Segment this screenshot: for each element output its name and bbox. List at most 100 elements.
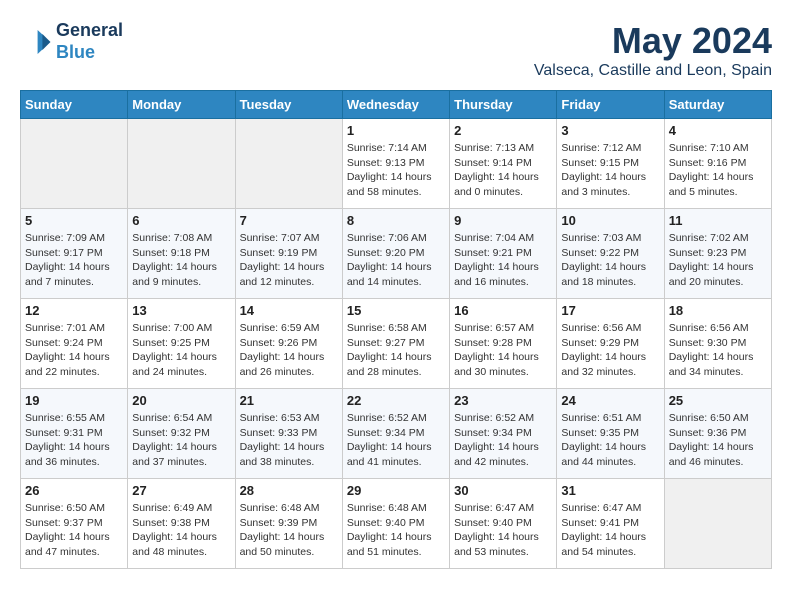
day-number: 22 <box>347 393 445 408</box>
calendar-cell: 9 Sunrise: 7:04 AMSunset: 9:21 PMDaylight… <box>450 209 557 299</box>
day-number: 23 <box>454 393 552 408</box>
calendar-cell <box>235 119 342 209</box>
calendar-cell: 10Sunrise: 7:03 AMSunset: 9:22 PMDayligh… <box>557 209 664 299</box>
calendar-cell: 4 Sunrise: 7:10 AMSunset: 9:16 PMDaylight… <box>664 119 771 209</box>
day-info: Sunrise: 6:49 AMSunset: 9:38 PMDaylight:… <box>132 501 230 560</box>
weekday-header: Monday <box>128 91 235 119</box>
day-number: 4 <box>669 123 767 138</box>
day-info: Sunrise: 7:02 AMSunset: 9:23 PMDaylight:… <box>669 231 767 290</box>
day-info: Sunrise: 6:58 AMSunset: 9:27 PMDaylight:… <box>347 321 445 380</box>
day-number: 28 <box>240 483 338 498</box>
day-number: 10 <box>561 213 659 228</box>
day-number: 31 <box>561 483 659 498</box>
day-number: 8 <box>347 213 445 228</box>
day-number: 12 <box>25 303 123 318</box>
day-number: 27 <box>132 483 230 498</box>
day-info: Sunrise: 7:04 AMSunset: 9:21 PMDaylight:… <box>454 231 552 290</box>
calendar-week: 26 Sunrise: 6:50 AMSunset: 9:37 PMDayligh… <box>21 479 772 569</box>
weekday-header: Wednesday <box>342 91 449 119</box>
day-number: 1 <box>347 123 445 138</box>
calendar-cell: 14 Sunrise: 6:59 AMSunset: 9:26 PMDayligh… <box>235 299 342 389</box>
title-block: May 2024 Valseca, Castille and Leon, Spa… <box>534 20 772 80</box>
day-info: Sunrise: 7:12 AMSunset: 9:15 PMDaylight:… <box>561 141 659 200</box>
day-info: Sunrise: 6:51 AMSunset: 9:35 PMDaylight:… <box>561 411 659 470</box>
calendar-cell: 12 Sunrise: 7:01 AMSunset: 9:24 PMDayligh… <box>21 299 128 389</box>
calendar-cell <box>21 119 128 209</box>
day-info: Sunrise: 6:57 AMSunset: 9:28 PMDaylight:… <box>454 321 552 380</box>
location: Valseca, Castille and Leon, Spain <box>534 62 772 80</box>
day-number: 25 <box>669 393 767 408</box>
day-info: Sunrise: 6:54 AMSunset: 9:32 PMDaylight:… <box>132 411 230 470</box>
day-number: 3 <box>561 123 659 138</box>
weekday-header: Tuesday <box>235 91 342 119</box>
day-info: Sunrise: 6:47 AMSunset: 9:41 PMDaylight:… <box>561 501 659 560</box>
calendar-cell: 11 Sunrise: 7:02 AMSunset: 9:23 PMDayligh… <box>664 209 771 299</box>
calendar-cell: 23 Sunrise: 6:52 AMSunset: 9:34 PMDayligh… <box>450 389 557 479</box>
day-number: 29 <box>347 483 445 498</box>
calendar-week: 19 Sunrise: 6:55 AMSunset: 9:31 PMDayligh… <box>21 389 772 479</box>
day-number: 6 <box>132 213 230 228</box>
calendar-cell: 31 Sunrise: 6:47 AMSunset: 9:41 PMDayligh… <box>557 479 664 569</box>
calendar-cell: 16 Sunrise: 6:57 AMSunset: 9:28 PMDayligh… <box>450 299 557 389</box>
day-info: Sunrise: 7:08 AMSunset: 9:18 PMDaylight:… <box>132 231 230 290</box>
calendar-cell: 25Sunrise: 6:50 AMSunset: 9:36 PMDayligh… <box>664 389 771 479</box>
day-info: Sunrise: 7:10 AMSunset: 9:16 PMDaylight:… <box>669 141 767 200</box>
day-info: Sunrise: 6:52 AMSunset: 9:34 PMDaylight:… <box>454 411 552 470</box>
day-number: 15 <box>347 303 445 318</box>
calendar-cell: 22Sunrise: 6:52 AMSunset: 9:34 PMDayligh… <box>342 389 449 479</box>
calendar-cell: 20 Sunrise: 6:54 AMSunset: 9:32 PMDayligh… <box>128 389 235 479</box>
day-number: 13 <box>132 303 230 318</box>
day-info: Sunrise: 6:48 AMSunset: 9:39 PMDaylight:… <box>240 501 338 560</box>
day-info: Sunrise: 6:55 AMSunset: 9:31 PMDaylight:… <box>25 411 123 470</box>
calendar-table: SundayMondayTuesdayWednesdayThursdayFrid… <box>20 90 772 569</box>
calendar-cell: 17 Sunrise: 6:56 AMSunset: 9:29 PMDayligh… <box>557 299 664 389</box>
day-number: 9 <box>454 213 552 228</box>
calendar-cell: 30Sunrise: 6:47 AMSunset: 9:40 PMDayligh… <box>450 479 557 569</box>
day-number: 5 <box>25 213 123 228</box>
calendar-cell: 13Sunrise: 7:00 AMSunset: 9:25 PMDayligh… <box>128 299 235 389</box>
weekday-header: Thursday <box>450 91 557 119</box>
weekday-header: Saturday <box>664 91 771 119</box>
day-number: 11 <box>669 213 767 228</box>
calendar-cell: 3 Sunrise: 7:12 AMSunset: 9:15 PMDaylight… <box>557 119 664 209</box>
day-number: 26 <box>25 483 123 498</box>
day-info: Sunrise: 6:59 AMSunset: 9:26 PMDaylight:… <box>240 321 338 380</box>
day-info: Sunrise: 6:48 AMSunset: 9:40 PMDaylight:… <box>347 501 445 560</box>
calendar-cell: 21Sunrise: 6:53 AMSunset: 9:33 PMDayligh… <box>235 389 342 479</box>
calendar-cell: 5Sunrise: 7:09 AMSunset: 9:17 PMDaylight… <box>21 209 128 299</box>
day-number: 17 <box>561 303 659 318</box>
weekday-row: SundayMondayTuesdayWednesdayThursdayFrid… <box>21 91 772 119</box>
day-number: 16 <box>454 303 552 318</box>
calendar-cell: 15 Sunrise: 6:58 AMSunset: 9:27 PMDayligh… <box>342 299 449 389</box>
day-number: 18 <box>669 303 767 318</box>
calendar-cell: 19 Sunrise: 6:55 AMSunset: 9:31 PMDayligh… <box>21 389 128 479</box>
weekday-header: Friday <box>557 91 664 119</box>
day-info: Sunrise: 6:47 AMSunset: 9:40 PMDaylight:… <box>454 501 552 560</box>
calendar-cell: 1 Sunrise: 7:14 AMSunset: 9:13 PMDaylight… <box>342 119 449 209</box>
day-info: Sunrise: 7:01 AMSunset: 9:24 PMDaylight:… <box>25 321 123 380</box>
calendar-cell: 6 Sunrise: 7:08 AMSunset: 9:18 PMDaylight… <box>128 209 235 299</box>
logo-icon <box>20 26 52 58</box>
day-number: 20 <box>132 393 230 408</box>
day-number: 19 <box>25 393 123 408</box>
logo: General Blue <box>20 20 123 63</box>
weekday-header: Sunday <box>21 91 128 119</box>
calendar-cell: 18 Sunrise: 6:56 AMSunset: 9:30 PMDayligh… <box>664 299 771 389</box>
calendar-cell: 27 Sunrise: 6:49 AMSunset: 9:38 PMDayligh… <box>128 479 235 569</box>
day-number: 2 <box>454 123 552 138</box>
calendar-cell: 26 Sunrise: 6:50 AMSunset: 9:37 PMDayligh… <box>21 479 128 569</box>
calendar-cell: 7Sunrise: 7:07 AMSunset: 9:19 PMDaylight… <box>235 209 342 299</box>
day-info: Sunrise: 6:53 AMSunset: 9:33 PMDaylight:… <box>240 411 338 470</box>
calendar-week: 5Sunrise: 7:09 AMSunset: 9:17 PMDaylight… <box>21 209 772 299</box>
calendar-week: 12 Sunrise: 7:01 AMSunset: 9:24 PMDayligh… <box>21 299 772 389</box>
calendar-cell: 24Sunrise: 6:51 AMSunset: 9:35 PMDayligh… <box>557 389 664 479</box>
calendar-cell: 29 Sunrise: 6:48 AMSunset: 9:40 PMDayligh… <box>342 479 449 569</box>
day-info: Sunrise: 6:56 AMSunset: 9:30 PMDaylight:… <box>669 321 767 380</box>
day-number: 14 <box>240 303 338 318</box>
calendar-body: 1 Sunrise: 7:14 AMSunset: 9:13 PMDaylight… <box>21 119 772 569</box>
calendar-cell <box>128 119 235 209</box>
day-info: Sunrise: 7:14 AMSunset: 9:13 PMDaylight:… <box>347 141 445 200</box>
day-info: Sunrise: 7:06 AMSunset: 9:20 PMDaylight:… <box>347 231 445 290</box>
day-info: Sunrise: 6:56 AMSunset: 9:29 PMDaylight:… <box>561 321 659 380</box>
day-info: Sunrise: 6:50 AMSunset: 9:37 PMDaylight:… <box>25 501 123 560</box>
